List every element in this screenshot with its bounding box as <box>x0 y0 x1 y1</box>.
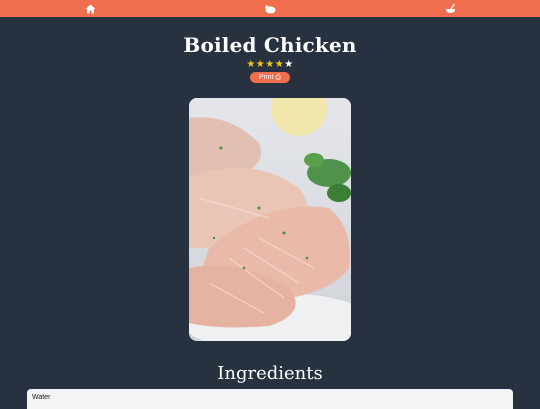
top-nav-bar <box>0 0 540 17</box>
print-button[interactable]: Print ⎙ <box>250 72 290 83</box>
recipe-photo <box>189 98 351 341</box>
star-icon: ★ <box>274 59 285 70</box>
star-icon: ★ <box>284 59 294 70</box>
star-icon: ★ <box>265 59 275 70</box>
chicken-icon <box>264 4 276 14</box>
star-icon: ★ <box>246 59 256 70</box>
star-icon: ★ <box>255 59 266 70</box>
home-nav-button[interactable] <box>78 0 102 17</box>
recipes-nav-button[interactable] <box>258 0 282 17</box>
home-icon <box>85 4 96 14</box>
ingredients-list: Water <box>27 389 513 409</box>
mixing-bowl-icon <box>445 3 456 14</box>
ingredients-heading: Ingredients <box>217 363 323 384</box>
ingredient-item: Water <box>32 394 51 401</box>
rating-stars: ★★★★★ <box>0 59 540 70</box>
recipe-title: Boiled Chicken <box>183 33 357 57</box>
cooking-nav-button[interactable] <box>438 0 462 17</box>
